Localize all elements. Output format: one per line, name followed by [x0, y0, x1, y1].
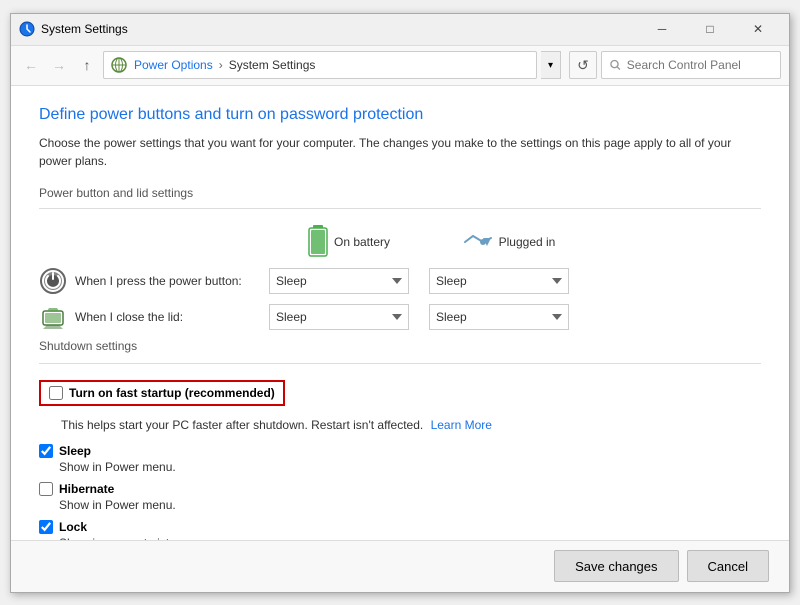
plugged-in-label: Plugged in	[499, 235, 556, 249]
power-button-label-cell: When I press the power button:	[39, 267, 269, 295]
lid-row: When I close the lid: Do nothing Sleep H…	[39, 303, 761, 331]
hibernate-checkbox-row: Hibernate	[39, 482, 761, 496]
column-headers: On battery Plugged in	[269, 225, 761, 259]
hibernate-desc: Show in Power menu.	[59, 498, 761, 512]
fast-startup-description: This helps start your PC faster after sh…	[61, 418, 761, 432]
fast-startup-label: Turn on fast startup (recommended)	[69, 386, 275, 400]
power-button-dropdowns: Do nothing Sleep Hibernate Shut down Do …	[269, 268, 569, 294]
lid-label-cell: When I close the lid:	[39, 303, 269, 331]
maximize-button[interactable]: □	[687, 15, 733, 43]
lock-label: Lock	[59, 520, 87, 534]
fast-startup-checkbox[interactable]	[49, 386, 63, 400]
page-description: Choose the power settings that you want …	[39, 134, 761, 170]
power-button-plugged-in-select[interactable]: Do nothing Sleep Hibernate Shut down	[429, 268, 569, 294]
power-button-on-battery-select[interactable]: Do nothing Sleep Hibernate Shut down	[269, 268, 409, 294]
address-field: Power Options › System Settings	[103, 51, 537, 79]
save-changes-button[interactable]: Save changes	[554, 550, 678, 582]
sleep-checkbox[interactable]	[39, 444, 53, 458]
search-input[interactable]	[627, 58, 772, 72]
lid-plugged-in-select[interactable]: Do nothing Sleep Hibernate Shut down	[429, 304, 569, 330]
up-button[interactable]: ↑	[75, 53, 99, 77]
power-button-row-label: When I press the power button:	[75, 274, 242, 288]
hibernate-label: Hibernate	[59, 482, 114, 496]
footer: Save changes Cancel	[11, 540, 789, 592]
plugged-in-header: Plugged in	[429, 230, 589, 254]
shutdown-divider	[39, 363, 761, 364]
fast-startup-box: Turn on fast startup (recommended)	[39, 380, 285, 406]
window-controls: ─ □ ✕	[639, 15, 781, 43]
lid-icon	[39, 303, 67, 331]
forward-button[interactable]: →	[47, 53, 71, 77]
shutdown-section-title: Shutdown settings	[39, 339, 761, 353]
system-settings-window: System Settings ─ □ ✕ ← → ↑ Power Option…	[10, 13, 790, 593]
back-button[interactable]: ←	[19, 53, 43, 77]
on-battery-header: On battery	[269, 225, 429, 259]
breadcrumb-current: System Settings	[229, 58, 316, 72]
address-dropdown-btn[interactable]: ▾	[541, 51, 561, 79]
fast-startup-wrapper: Turn on fast startup (recommended)	[39, 380, 761, 414]
power-button-icon	[39, 267, 67, 295]
learn-more-link[interactable]: Learn More	[431, 418, 492, 432]
lid-row-label: When I close the lid:	[75, 310, 183, 324]
refresh-button[interactable]: ↺	[569, 51, 597, 79]
battery-icon	[308, 225, 328, 259]
address-bar: ← → ↑ Power Options › System Settings ▾ …	[11, 46, 789, 86]
section-divider	[39, 208, 761, 209]
title-bar: System Settings ─ □ ✕	[11, 14, 789, 46]
power-button-row: When I press the power button: Do nothin…	[39, 267, 761, 295]
window-title: System Settings	[41, 22, 639, 36]
address-globe-icon	[110, 56, 128, 74]
sleep-label: Sleep	[59, 444, 91, 458]
page-title: Define power buttons and turn on passwor…	[39, 106, 761, 124]
on-battery-label: On battery	[334, 235, 390, 249]
sleep-desc: Show in Power menu.	[59, 460, 761, 474]
close-button[interactable]: ✕	[735, 15, 781, 43]
breadcrumb-separator: ›	[219, 58, 223, 72]
power-button-section-title: Power button and lid settings	[39, 186, 761, 200]
lock-checkbox-row: Lock	[39, 520, 761, 534]
breadcrumb-power-options[interactable]: Power Options	[134, 58, 213, 72]
cancel-button[interactable]: Cancel	[687, 550, 769, 582]
sleep-checkbox-row: Sleep	[39, 444, 761, 458]
lid-dropdowns: Do nothing Sleep Hibernate Shut down Do …	[269, 304, 569, 330]
lid-on-battery-select[interactable]: Do nothing Sleep Hibernate Shut down	[269, 304, 409, 330]
search-field[interactable]	[601, 51, 781, 79]
content-area: Define power buttons and turn on passwor…	[11, 86, 789, 540]
plug-icon	[463, 230, 493, 254]
hibernate-checkbox[interactable]	[39, 482, 53, 496]
search-icon	[610, 59, 621, 71]
lock-checkbox[interactable]	[39, 520, 53, 534]
minimize-button[interactable]: ─	[639, 15, 685, 43]
window-icon	[19, 21, 35, 37]
